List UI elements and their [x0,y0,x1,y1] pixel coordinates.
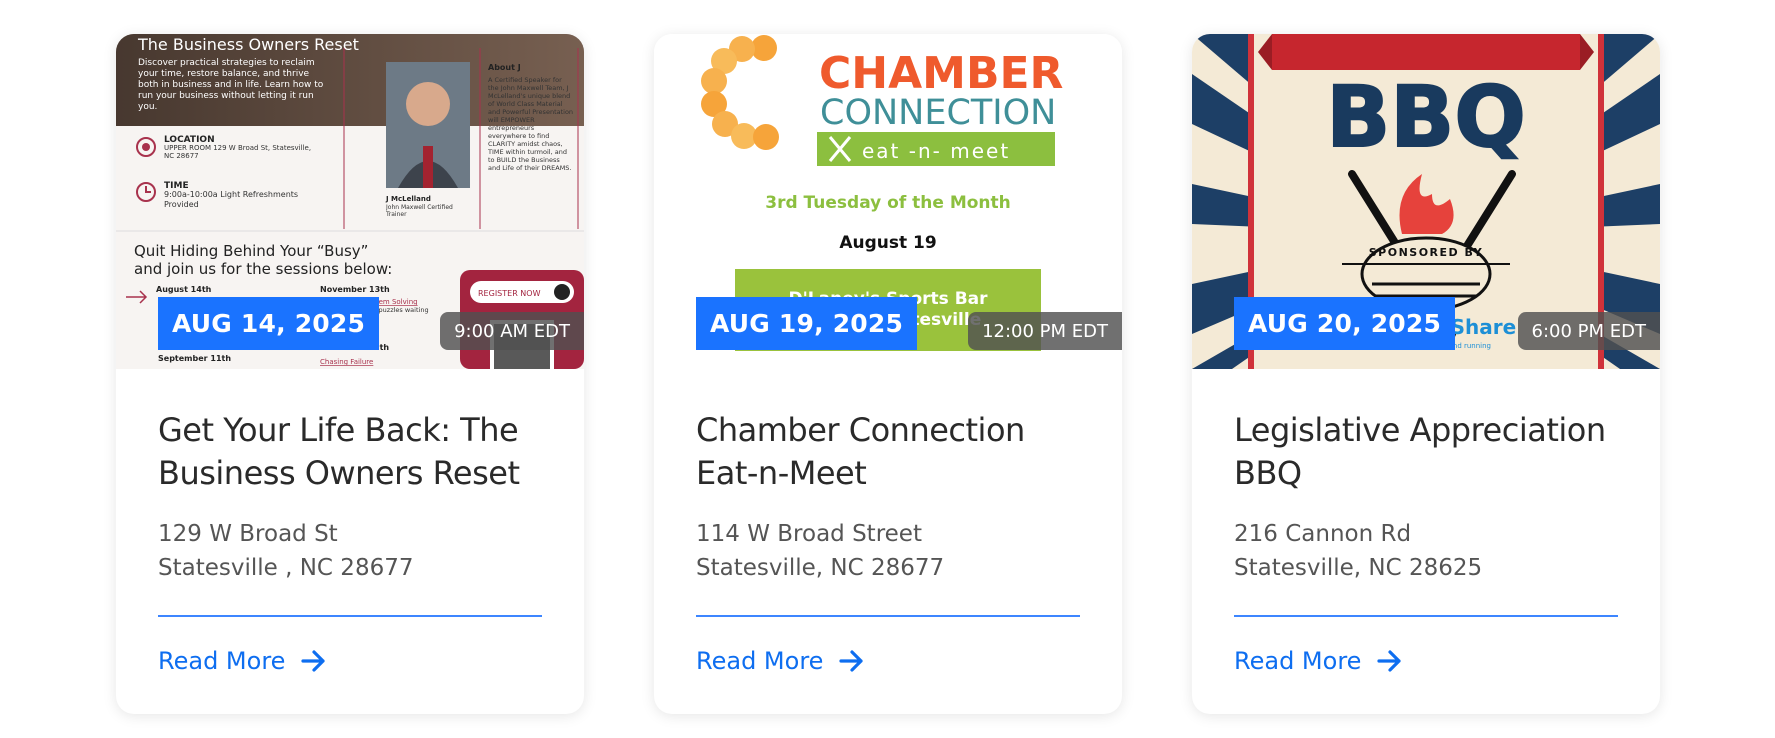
read-more-link[interactable]: Read More [158,647,327,675]
read-more-link[interactable]: Read More [696,647,865,675]
event-image[interactable]: The Business Owners Reset Discover pract… [116,34,584,369]
card-divider [158,615,542,617]
svg-text:SPONSORED BY: SPONSORED BY [1369,246,1484,259]
svg-text:Chasing Failure: Chasing Failure [320,358,373,366]
arrow-right-icon [301,650,326,672]
event-address: 114 W Broad Street Statesville, NC 28677 [696,517,1080,585]
address-line-1: 216 Cannon Rd [1234,521,1412,547]
svg-text:and join us for the sessions b: and join us for the sessions below: [134,260,392,278]
event-title[interactable]: Chamber Connection Eat-n-Meet [696,409,1080,495]
event-time-badge: 12:00 PM EDT [968,312,1122,350]
card-divider [1234,615,1618,617]
address-line-1: 129 W Broad St [158,521,338,547]
event-cards: The Business Owners Reset Discover pract… [116,34,1660,714]
address-line-2: Statesville, NC 28625 [1234,555,1483,581]
svg-text:REGISTER NOW: REGISTER NOW [478,289,541,298]
svg-text:August 19: August 19 [839,233,936,253]
svg-text:About J: About J [488,63,521,72]
svg-text:September 11th: September 11th [158,354,231,363]
arrow-right-icon [839,650,864,672]
event-card[interactable]: The Business Owners Reset Discover pract… [116,34,584,714]
event-address: 129 W Broad St Statesville , NC 28677 [158,517,542,585]
svg-text:BBQ: BBQ [1326,68,1525,166]
event-title[interactable]: Legislative Appreciation BBQ [1234,409,1618,495]
event-date-badge: AUG 14, 2025 [158,297,380,350]
event-address: 216 Cannon Rd Statesville, NC 28625 [1234,517,1618,585]
svg-text:J McLelland: J McLelland [385,195,431,203]
svg-text:November 13th: November 13th [320,285,390,294]
svg-text:eat -n- meet: eat -n- meet [862,139,1010,163]
svg-text:Quit Hiding Behind Your “Busy”: Quit Hiding Behind Your “Busy” [134,242,368,260]
svg-text:August 14th: August 14th [156,285,212,294]
event-title[interactable]: Get Your Life Back: The Business Owners … [158,409,542,495]
event-image[interactable]: CHAMBER CONNECTION eat -n- meet 3rd Tues… [654,34,1122,369]
event-date-badge: AUG 20, 2025 [1234,297,1456,350]
event-card[interactable]: CHAMBER CONNECTION eat -n- meet 3rd Tues… [654,34,1122,714]
svg-text:3rd Tuesday of the Month: 3rd Tuesday of the Month [765,193,1011,213]
address-line-2: Statesville , NC 28677 [158,555,414,581]
arrow-right-icon [1377,650,1402,672]
address-line-1: 114 W Broad Street [696,521,922,547]
event-time-badge: 6:00 PM EDT [1517,312,1660,350]
event-image[interactable]: BBQ SPONSORED BY eShare ground running A… [1192,34,1660,369]
svg-text:CONNECTION: CONNECTION [820,93,1056,133]
svg-text:CHAMBER: CHAMBER [819,48,1063,99]
read-more-label: Read More [158,647,286,675]
card-divider [696,615,1080,617]
read-more-label: Read More [696,647,824,675]
read-more-link[interactable]: Read More [1234,647,1403,675]
event-card[interactable]: BBQ SPONSORED BY eShare ground running A… [1192,34,1660,714]
svg-text:The Business Owners Reset: The Business Owners Reset [137,35,359,54]
read-more-label: Read More [1234,647,1362,675]
event-time-badge: 9:00 AM EDT [440,312,584,350]
event-date-badge: AUG 19, 2025 [696,297,918,350]
address-line-2: Statesville, NC 28677 [696,555,945,581]
